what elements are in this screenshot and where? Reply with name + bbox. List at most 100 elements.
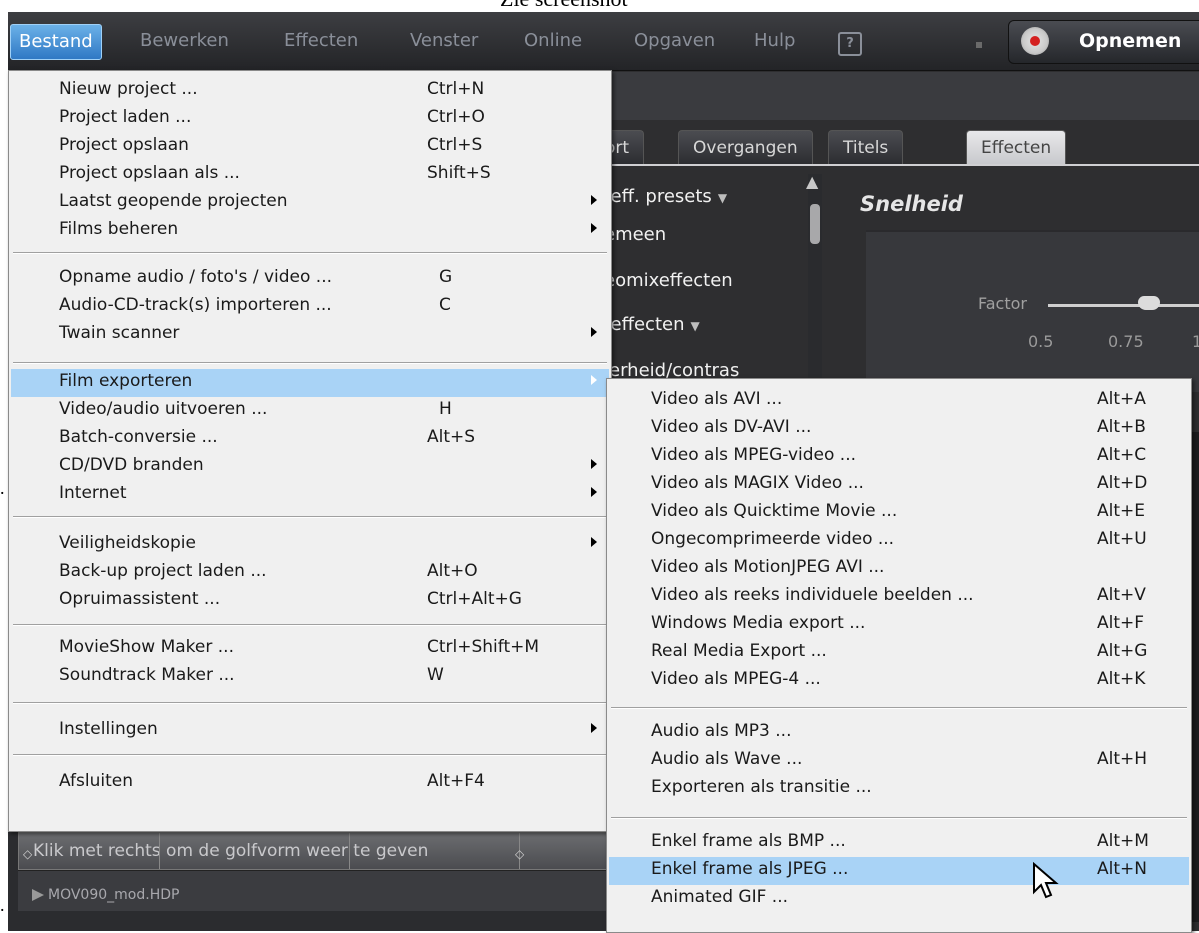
menu-item-export-quicktime[interactable]: Video als Quicktime Movie ... Alt+E — [609, 499, 1189, 527]
record-button[interactable]: Opnemen — [1008, 20, 1199, 64]
menu-bestand[interactable]: Bestand — [10, 24, 102, 60]
submenu-arrow-icon — [591, 537, 597, 547]
chevron-down-icon: ▼ — [690, 319, 700, 333]
separator-dot — [976, 42, 982, 48]
help-book-icon[interactable]: ? — [838, 32, 862, 56]
settings-box — [866, 230, 1199, 392]
list-item[interactable]: eomixeffecten — [604, 270, 733, 291]
menubar: Bestand Bewerken Effecten Venster Online… — [8, 12, 1199, 71]
tick-label: 1 — [1192, 332, 1199, 351]
tick-label: 0.75 — [1108, 332, 1144, 351]
menu-item-export-transition[interactable]: Exporteren als transitie ... — [609, 775, 1189, 803]
menu-item-batch[interactable]: Batch-conversie ... Alt+S — [11, 425, 609, 453]
menu-item-export-mpeg[interactable]: Video als MPEG-video ... Alt+C — [609, 443, 1189, 471]
track-divider — [159, 833, 160, 869]
caption: Zie screenshot — [500, 0, 628, 12]
submenu-arrow-icon — [591, 487, 597, 497]
menu-item-export-bmp[interactable]: Enkel frame als BMP ... Alt+M — [609, 829, 1189, 857]
menu-separator — [13, 624, 607, 626]
effect-settings-panel: Snelheid Factor 0.5 0.75 1 — [836, 172, 1199, 392]
caption-dot: . — [0, 895, 5, 915]
tab-titels[interactable]: Titels — [828, 130, 904, 165]
menu-item-exit[interactable]: Afsluiten Alt+F4 — [11, 769, 609, 797]
menu-hulp[interactable]: Hulp — [746, 24, 803, 58]
caption-dot: . — [0, 478, 5, 498]
record-icon — [1021, 27, 1049, 55]
menu-item-record[interactable]: Opname audio / foto's / video ... G — [11, 265, 609, 293]
menu-item-export-magix[interactable]: Video als MAGIX Video ... Alt+D — [609, 471, 1189, 499]
menu-venster[interactable]: Venster — [402, 24, 486, 58]
menu-separator — [611, 817, 1187, 819]
menu-item-export-mp3[interactable]: Audio als MP3 ... — [609, 719, 1189, 747]
menu-item-import-cd[interactable]: Audio-CD-track(s) importeren ... C — [11, 293, 609, 321]
audio-track[interactable]: Klik met rechts om de golfvorm weer te g… — [18, 832, 610, 870]
menu-item-backup[interactable]: Veiligheidskopie — [11, 531, 609, 559]
menu-item-output[interactable]: Video/audio uitvoeren ... H — [11, 397, 609, 425]
menu-item-export-avi[interactable]: Video als AVI ... Alt+A — [609, 387, 1189, 415]
tab-underline — [604, 164, 1199, 166]
menu-item-burn[interactable]: CD/DVD branden — [11, 453, 609, 481]
scroll-up-icon[interactable]: ▲ — [806, 172, 818, 191]
export-submenu: Video als AVI ... Alt+A Video als DV-AVI … — [606, 378, 1192, 933]
list-item[interactable]: emeen — [604, 224, 666, 245]
menu-item-save-as[interactable]: Project opslaan als ... Shift+S — [11, 161, 609, 189]
menu-bewerken[interactable]: Bewerken — [132, 24, 237, 58]
menu-separator — [13, 754, 607, 756]
menu-separator — [13, 252, 607, 254]
menu-item-export-wmv[interactable]: Windows Media export ... Alt+F — [609, 611, 1189, 639]
video-clip[interactable]: MOV090_mod.HDP — [18, 870, 608, 911]
menu-item-export-wave[interactable]: Audio als Wave ... Alt+H — [609, 747, 1189, 775]
menu-item-load-project[interactable]: Project laden ... Ctrl+O — [11, 105, 609, 133]
menu-item-twain[interactable]: Twain scanner — [11, 321, 609, 349]
list-item[interactable]: -eff. presets ▼ — [604, 186, 727, 207]
menu-item-export-mpeg4[interactable]: Video als MPEG-4 ... Alt+K — [609, 667, 1189, 695]
tab-effecten[interactable]: Effecten — [966, 130, 1067, 165]
menu-item-export-mjpeg[interactable]: Video als MotionJPEG AVI ... — [609, 555, 1189, 583]
menu-item-internet[interactable]: Internet — [11, 481, 609, 509]
menu-item-movieshow[interactable]: MovieShow Maker ... Ctrl+Shift+M — [11, 635, 609, 663]
track-divider — [349, 833, 350, 869]
menu-item-new-project[interactable]: Nieuw project ... Ctrl+N — [11, 77, 609, 105]
submenu-arrow-icon — [591, 223, 597, 233]
tab-overgangen[interactable]: Overgangen — [678, 130, 813, 165]
panel-title: Snelheid — [860, 192, 963, 216]
menu-item-manage-films[interactable]: Films beheren — [11, 217, 609, 245]
menu-opgaven[interactable]: Opgaven — [626, 24, 723, 58]
menu-separator — [13, 516, 607, 518]
chevron-down-icon: ▼ — [717, 191, 728, 205]
menu-separator — [13, 702, 607, 704]
submenu-arrow-icon — [591, 459, 597, 469]
menu-online[interactable]: Online — [516, 24, 590, 58]
menu-item-export-uncompressed[interactable]: Ongecomprimeerde video ... Alt+U — [609, 527, 1189, 555]
factor-slider-thumb[interactable] — [1138, 296, 1160, 310]
menu-separator — [611, 707, 1187, 709]
track-hint: Klik met rechts om de golfvorm weer te g… — [33, 841, 429, 861]
clip-marker-icon — [32, 889, 44, 901]
menu-item-recent-projects[interactable]: Laatst geopende projecten — [11, 189, 609, 217]
file-menu: Nieuw project ... Ctrl+N Project laden ..… — [8, 70, 612, 832]
handle-icon[interactable]: ◇ — [23, 847, 32, 861]
menu-item-export-gif[interactable]: Animated GIF ... — [609, 885, 1189, 913]
submenu-arrow-icon — [591, 723, 597, 733]
factor-slider-track[interactable] — [1048, 304, 1199, 307]
submenu-arrow-icon — [591, 375, 597, 385]
menu-item-save-project[interactable]: Project opslaan Ctrl+S — [11, 133, 609, 161]
menu-item-export-dvavi[interactable]: Video als DV-AVI ... Alt+B — [609, 415, 1189, 443]
tick-label: 0.5 — [1028, 332, 1054, 351]
menu-item-export-jpeg[interactable]: Enkel frame als JPEG ... Alt+N — [609, 857, 1189, 885]
menu-item-export-film[interactable]: Film exporteren — [11, 369, 609, 397]
clip-name: MOV090_mod.HDP — [48, 887, 180, 903]
submenu-arrow-icon — [591, 327, 597, 337]
factor-label: Factor — [978, 294, 1027, 313]
scroll-thumb[interactable] — [810, 204, 820, 244]
menu-item-soundtrack[interactable]: Soundtrack Maker ... W — [11, 663, 609, 691]
handle-icon[interactable]: ◇ — [515, 847, 524, 861]
menu-item-export-sequence[interactable]: Video als reeks individuele beelden ... A… — [609, 583, 1189, 611]
menu-item-settings[interactable]: Instellingen — [11, 717, 609, 745]
menu-effecten[interactable]: Effecten — [276, 24, 366, 58]
menu-item-cleanup[interactable]: Opruimassistent ... Ctrl+Alt+G — [11, 587, 609, 615]
menu-item-export-real[interactable]: Real Media Export ... Alt+G — [609, 639, 1189, 667]
record-label: Opnemen — [1079, 30, 1182, 52]
list-item[interactable]: -effecten ▼ — [604, 314, 700, 335]
menu-item-load-backup[interactable]: Back-up project laden ... Alt+O — [11, 559, 609, 587]
